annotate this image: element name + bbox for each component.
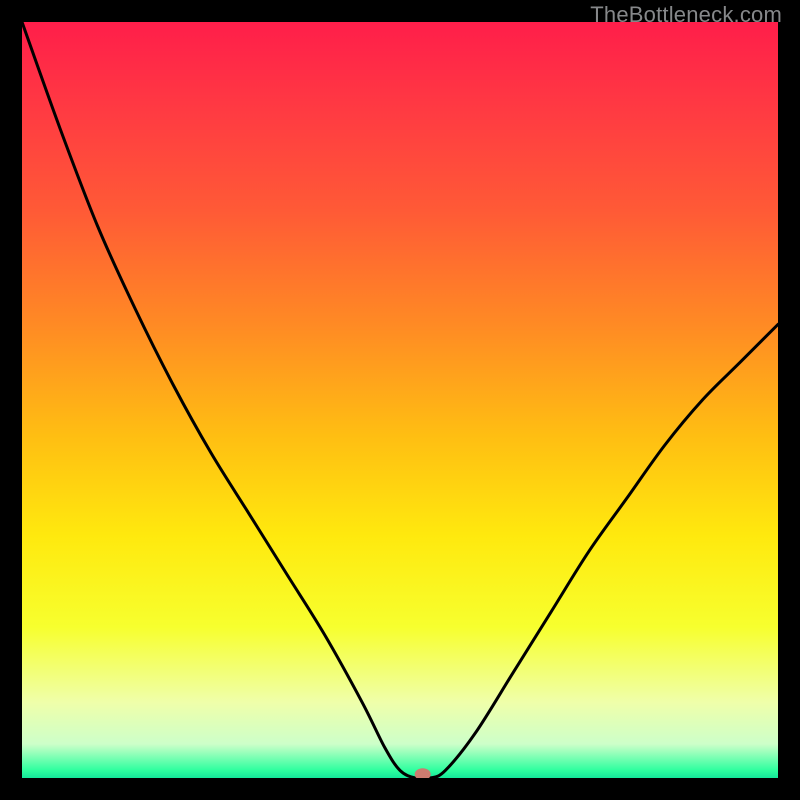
background-rect <box>22 22 778 778</box>
chart-svg <box>22 22 778 778</box>
plot-area <box>22 22 778 778</box>
watermark-text: TheBottleneck.com <box>590 2 782 28</box>
chart-frame: TheBottleneck.com <box>0 0 800 800</box>
